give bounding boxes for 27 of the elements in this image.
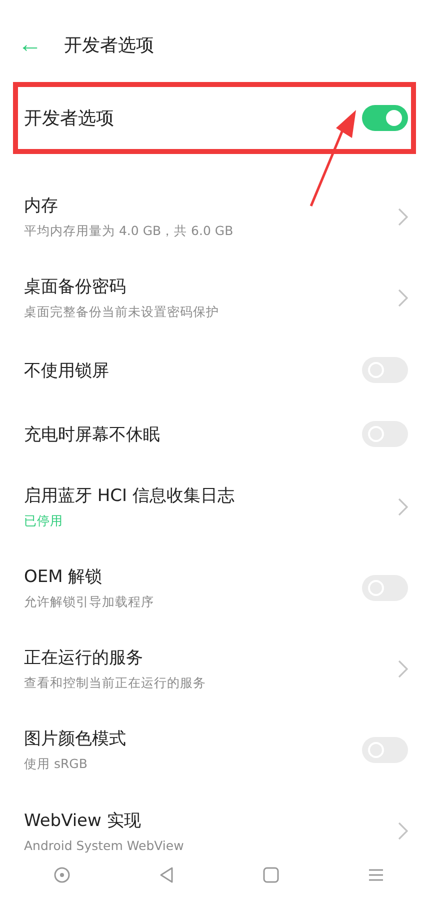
- chevron-icon: [398, 498, 408, 516]
- setting-title: 启用蓝牙 HCI 信息收集日志: [24, 484, 234, 506]
- setting-summary: 允许解锁引导加载程序: [24, 594, 154, 610]
- home-icon[interactable]: [261, 865, 282, 885]
- setting-title: 不使用锁屏: [24, 360, 109, 382]
- setting-summary: 已停用: [24, 512, 64, 530]
- setting-summary: 桌面完整备份当前未设置密码保护: [24, 304, 219, 320]
- setting-summary: 平均内存用量为 4.0 GB，共 6.0 GB: [24, 222, 234, 240]
- setting-title: 桌面备份密码: [24, 276, 127, 298]
- chevron-icon: [398, 288, 408, 306]
- setting-title: 充电时屏幕不休眠: [24, 424, 160, 446]
- toggle-switch[interactable]: [362, 105, 408, 131]
- back-button[interactable]: ←: [18, 33, 52, 57]
- setting-summary: 查看和控制当前正在运行的服务: [24, 674, 206, 692]
- page-title: 开发者选项: [64, 34, 154, 57]
- chevron-icon: [398, 822, 408, 840]
- setting-title: WebView 实现: [24, 810, 142, 832]
- setting-summary: 使用 sRGB: [24, 756, 88, 772]
- chevron-icon: [398, 208, 408, 226]
- setting-title: 正在运行的服务: [24, 646, 144, 668]
- setting-title: 开发者选项: [24, 107, 114, 130]
- circle-dot-icon[interactable]: [52, 865, 72, 885]
- setting-title: 图片颜色模式: [24, 728, 126, 750]
- setting-title: OEM 解锁: [24, 566, 104, 588]
- chevron-icon: [398, 660, 408, 678]
- setting-title: 内存: [24, 194, 59, 216]
- setting-summary: Android System WebView: [24, 838, 184, 852]
